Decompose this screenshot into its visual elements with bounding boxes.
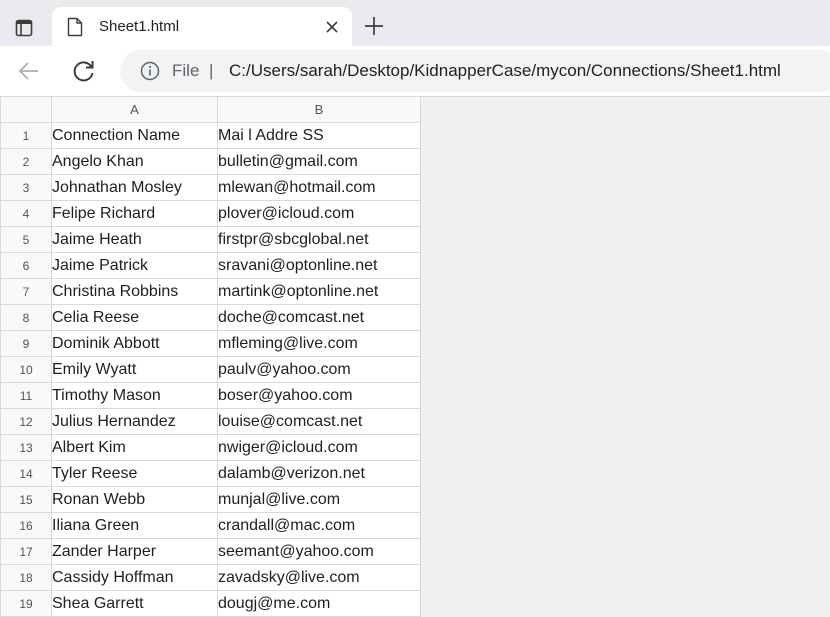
row-header[interactable]: 15	[0, 486, 52, 513]
close-icon[interactable]	[324, 19, 340, 35]
column-header-a[interactable]: A	[51, 96, 218, 123]
cell-email[interactable]: dougj@me.com	[217, 590, 421, 617]
cell-connection-name[interactable]: Johnathan Mosley	[51, 174, 218, 201]
row-header[interactable]: 4	[0, 200, 52, 227]
table-row: 1 Connection Name Mai l Addre SS	[0, 122, 421, 149]
table-row: 10 Emily Wyatt paulv@yahoo.com	[0, 356, 421, 383]
row-header[interactable]: 11	[0, 382, 52, 409]
tab-actions-button[interactable]	[8, 12, 40, 44]
table-row: 4 Felipe Richard plover@icloud.com	[0, 200, 421, 227]
url-text[interactable]: C:/Users/sarah/Desktop/KidnapperCase/myc…	[229, 61, 781, 81]
cell-email[interactable]: martink@optonline.net	[217, 278, 421, 305]
cell-connection-name[interactable]: Cassidy Hoffman	[51, 564, 218, 591]
table-row: 18 Cassidy Hoffman zavadsky@live.com	[0, 564, 421, 591]
cell-email[interactable]: louise@comcast.net	[217, 408, 421, 435]
cell-email[interactable]: doche@comcast.net	[217, 304, 421, 331]
info-icon[interactable]	[140, 61, 160, 81]
row-header[interactable]: 19	[0, 590, 52, 617]
cell-email[interactable]: crandall@mac.com	[217, 512, 421, 539]
tab-strip: Sheet1.html	[0, 0, 830, 46]
cell-connection-name[interactable]: Angelo Khan	[51, 148, 218, 175]
cell-connection-name[interactable]: Ronan Webb	[51, 486, 218, 513]
row-header[interactable]: 10	[0, 356, 52, 383]
cell-connection-name[interactable]: Julius Hernandez	[51, 408, 218, 435]
cell-email[interactable]: dalamb@verizon.net	[217, 460, 421, 487]
cell-email[interactable]: firstpr@sbcglobal.net	[217, 226, 421, 253]
cell-connection-name[interactable]: Felipe Richard	[51, 200, 218, 227]
cell-connection-name[interactable]: Christina Robbins	[51, 278, 218, 305]
table-row: 15 Ronan Webb munjal@live.com	[0, 486, 421, 513]
cell-connection-name[interactable]: Connection Name	[51, 122, 218, 149]
tab-actions-icon	[15, 19, 33, 37]
cell-connection-name[interactable]: Jaime Patrick	[51, 252, 218, 279]
cell-email[interactable]: plover@icloud.com	[217, 200, 421, 227]
back-arrow-icon[interactable]	[15, 57, 43, 85]
row-header[interactable]: 3	[0, 174, 52, 201]
row-header[interactable]: 17	[0, 538, 52, 565]
row-header[interactable]: 5	[0, 226, 52, 253]
cell-connection-name[interactable]: Celia Reese	[51, 304, 218, 331]
table-row: 12 Julius Hernandez louise@comcast.net	[0, 408, 421, 435]
row-header[interactable]: 6	[0, 252, 52, 279]
row-header[interactable]: 12	[0, 408, 52, 435]
cell-connection-name[interactable]: Tyler Reese	[51, 460, 218, 487]
cell-email[interactable]: seemant@yahoo.com	[217, 538, 421, 565]
browser-toolbar: File | C:/Users/sarah/Desktop/KidnapperC…	[0, 46, 830, 97]
row-header[interactable]: 1	[0, 122, 52, 149]
cell-connection-name[interactable]: Emily Wyatt	[51, 356, 218, 383]
cell-email[interactable]: mlewan@hotmail.com	[217, 174, 421, 201]
cell-connection-name[interactable]: Timothy Mason	[51, 382, 218, 409]
table-row: 16 Iliana Green crandall@mac.com	[0, 512, 421, 539]
active-tab[interactable]: Sheet1.html	[52, 7, 352, 46]
cell-email[interactable]: zavadsky@live.com	[217, 564, 421, 591]
table-row: 14 Tyler Reese dalamb@verizon.net	[0, 460, 421, 487]
cell-email[interactable]: mfleming@live.com	[217, 330, 421, 357]
file-icon	[67, 17, 83, 37]
row-header[interactable]: 9	[0, 330, 52, 357]
cell-connection-name[interactable]: Jaime Heath	[51, 226, 218, 253]
cell-connection-name[interactable]: Zander Harper	[51, 538, 218, 565]
cell-email[interactable]: nwiger@icloud.com	[217, 434, 421, 461]
cell-email[interactable]: paulv@yahoo.com	[217, 356, 421, 383]
row-header[interactable]: 14	[0, 460, 52, 487]
address-separator: |	[209, 61, 214, 80]
column-header-b[interactable]: B	[217, 96, 421, 123]
cell-connection-name[interactable]: Shea Garrett	[51, 590, 218, 617]
row-header[interactable]: 8	[0, 304, 52, 331]
cell-connection-name[interactable]: Iliana Green	[51, 512, 218, 539]
row-header[interactable]: 2	[0, 148, 52, 175]
cell-email[interactable]: bulletin@gmail.com	[217, 148, 421, 175]
table-row: 3 Johnathan Mosley mlewan@hotmail.com	[0, 174, 421, 201]
table-row: 7 Christina Robbins martink@optonline.net	[0, 278, 421, 305]
table-row: 6 Jaime Patrick sravani@optonline.net	[0, 252, 421, 279]
sheet-grid: A B 1 Connection Name Mai l Addre SS 2 Angel…	[0, 96, 421, 617]
row-header[interactable]: 7	[0, 278, 52, 305]
table-row: 17 Zander Harper seemant@yahoo.com	[0, 538, 421, 565]
table-row: 13 Albert Kim nwiger@icloud.com	[0, 434, 421, 461]
cell-email[interactable]: munjal@live.com	[217, 486, 421, 513]
table-row: 19 Shea Garrett dougj@me.com	[0, 590, 421, 617]
table-row: 11 Timothy Mason boser@yahoo.com	[0, 382, 421, 409]
sheet-body: 1 Connection Name Mai l Addre SS 2 Angelo Kh…	[0, 122, 421, 617]
scheme-label: File	[172, 61, 200, 80]
plus-icon[interactable]	[363, 15, 385, 37]
spreadsheet: A B 1 Connection Name Mai l Addre SS 2 Angel…	[0, 96, 428, 617]
cell-connection-name[interactable]: Dominik Abbott	[51, 330, 218, 357]
table-row: 5 Jaime Heath firstpr@sbcglobal.net	[0, 226, 421, 253]
row-header[interactable]: 18	[0, 564, 52, 591]
cell-email[interactable]: Mai l Addre SS	[217, 122, 421, 149]
row-header[interactable]: 16	[0, 512, 52, 539]
table-row: 9 Dominik Abbott mfleming@live.com	[0, 330, 421, 357]
reload-icon[interactable]	[70, 57, 98, 85]
cell-connection-name[interactable]: Albert Kim	[51, 434, 218, 461]
cell-email[interactable]: sravani@optonline.net	[217, 252, 421, 279]
tab-title: Sheet1.html	[99, 18, 180, 35]
table-row: 8 Celia Reese doche@comcast.net	[0, 304, 421, 331]
cell-email[interactable]: boser@yahoo.com	[217, 382, 421, 409]
address-bar[interactable]: File | C:/Users/sarah/Desktop/KidnapperC…	[120, 50, 830, 92]
corner-cell[interactable]	[0, 96, 52, 123]
table-row: 2 Angelo Khan bulletin@gmail.com	[0, 148, 421, 175]
row-header[interactable]: 13	[0, 434, 52, 461]
